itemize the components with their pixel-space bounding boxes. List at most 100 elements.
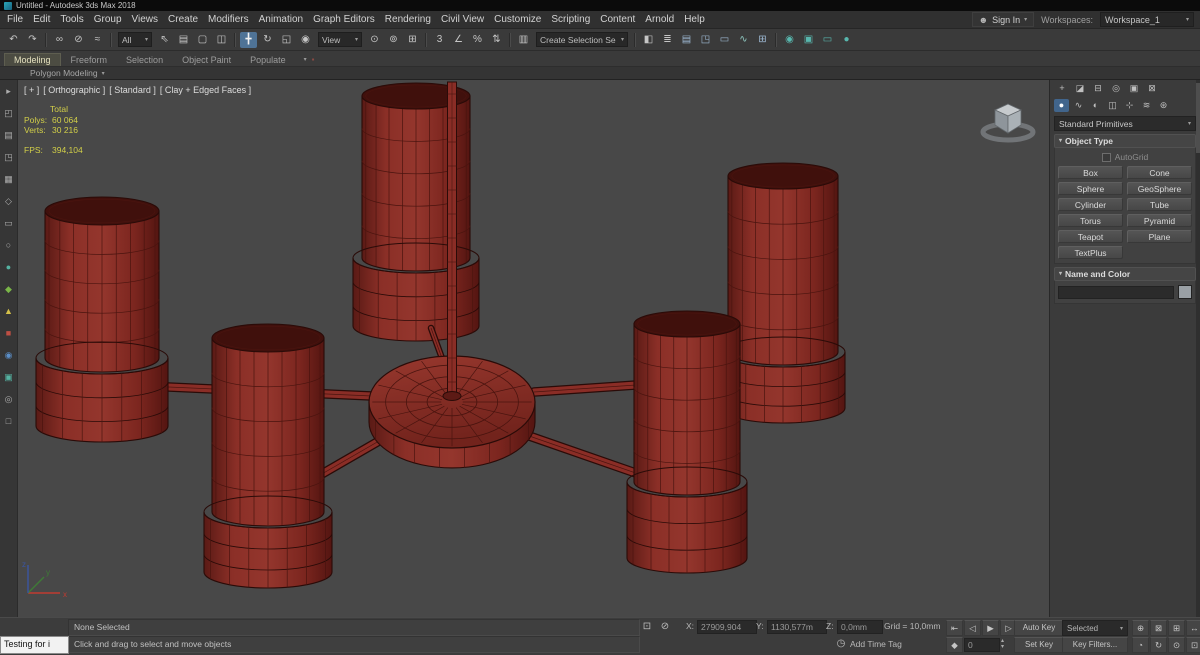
bind-to-space-warp-icon[interactable]: ≈	[89, 32, 106, 48]
dock-toolbar-icon[interactable]: ▲	[2, 305, 15, 318]
redo-icon[interactable]: ↷	[24, 32, 41, 48]
ribbon-option-icon[interactable]: ▪	[312, 55, 315, 64]
y-coordinate-field[interactable]: 1130,577m	[767, 620, 827, 634]
zoom-extents-icon[interactable]: ⊠	[1150, 620, 1167, 636]
curve-editor-icon[interactable]: ∿	[735, 32, 752, 48]
dock-toolbar-icon[interactable]: ◆	[2, 283, 15, 296]
select-and-scale-icon[interactable]: ◱	[278, 32, 295, 48]
dock-toolbar-icon[interactable]: ●	[2, 261, 15, 274]
go-to-start-icon[interactable]: ⇤	[946, 620, 963, 636]
ribbon-minimize-icon[interactable]: ▾	[304, 56, 307, 63]
ribbon-tab[interactable]: Freeform	[62, 54, 117, 66]
primitive-button[interactable]: Teapot	[1058, 230, 1123, 243]
panel-scrollbar[interactable]	[1196, 80, 1200, 617]
workspace-dropdown[interactable]: Workspace_1 ▾	[1100, 12, 1194, 27]
dock-toolbar-icon[interactable]: ▣	[2, 371, 15, 384]
snap-toggle-3d-icon[interactable]: 3	[431, 32, 448, 48]
dock-toolbar-icon[interactable]: ◉	[2, 349, 15, 362]
previous-frame-icon[interactable]: ◁	[964, 620, 981, 636]
menu-item[interactable]: Rendering	[380, 11, 436, 28]
primitive-button[interactable]: Tube	[1127, 198, 1192, 211]
viewport-standard-menu[interactable]: [ Standard ]	[109, 85, 156, 95]
menu-item[interactable]: Content	[595, 11, 640, 28]
pan-icon[interactable]: ↔	[1186, 620, 1200, 636]
select-and-place-icon[interactable]: ◉	[297, 32, 314, 48]
primitives-dropdown[interactable]: Standard Primitives ▾	[1054, 116, 1196, 131]
create-tab-icon[interactable]: +	[1054, 82, 1070, 95]
ribbon-tab[interactable]: Populate	[241, 54, 295, 66]
maximize-viewport-icon[interactable]: ⊡	[1186, 637, 1200, 653]
ribbon-tab[interactable]: Object Paint	[173, 54, 240, 66]
menu-item[interactable]: Group	[89, 11, 127, 28]
ribbon-tab[interactable]: Modeling	[4, 53, 61, 66]
menu-item[interactable]: Arnold	[640, 11, 679, 28]
viewport-pov-menu[interactable]: [ Orthographic ]	[43, 85, 105, 95]
scene-explorer-icon[interactable]: ◳	[697, 32, 714, 48]
menu-item[interactable]: Modifiers	[203, 11, 254, 28]
polygon-modeling-panel-label[interactable]: Polygon Modeling	[30, 68, 98, 78]
dock-toolbar-icon[interactable]: ◇	[2, 195, 15, 208]
schematic-view-icon[interactable]: ⊞	[754, 32, 771, 48]
display-tab-icon[interactable]: ▣	[1126, 82, 1142, 95]
rectangular-selection-region-icon[interactable]: ▢	[194, 32, 211, 48]
select-and-move-icon[interactable]: ╋	[240, 31, 257, 48]
autogrid-checkbox[interactable]	[1101, 152, 1111, 162]
unlink-selection-icon[interactable]: ⊘	[70, 32, 87, 48]
reference-coordinate-dropdown[interactable]: View ▾	[318, 32, 362, 47]
use-pivot-center-icon[interactable]: ⊙	[366, 32, 383, 48]
zoom-region-icon[interactable]: ⊞	[1168, 620, 1185, 636]
ribbon-tab[interactable]: Selection	[117, 54, 172, 66]
named-selection-set-dropdown[interactable]: Create Selection Se ▾	[536, 32, 628, 47]
isolate-selection-icon[interactable]: ⊡	[640, 620, 654, 634]
maxscript-mini-listener[interactable]: Testing for i	[0, 636, 69, 654]
z-coordinate-field[interactable]: 0,0mm	[837, 620, 883, 634]
percent-snap-icon[interactable]: %	[469, 32, 486, 48]
keyboard-override-icon[interactable]: ⊞	[404, 32, 421, 48]
x-coordinate-field[interactable]: 27909,904	[697, 620, 757, 634]
menu-item[interactable]: Animation	[254, 11, 308, 28]
primitive-button[interactable]: TextPlus	[1058, 246, 1123, 259]
mirror-icon[interactable]: ◧	[640, 32, 657, 48]
menu-item[interactable]: Edit	[28, 11, 55, 28]
selection-filter-dropdown[interactable]: All ▾	[118, 32, 152, 47]
layer-manager-icon[interactable]: ▤	[678, 32, 695, 48]
key-mode-toggle-icon[interactable]: ◆	[946, 637, 963, 653]
geometry-category-icon[interactable]: ●	[1054, 99, 1069, 112]
object-color-swatch[interactable]	[1178, 285, 1192, 299]
viewport-general-menu[interactable]: [ + ]	[24, 85, 39, 95]
systems-category-icon[interactable]: ⊛	[1156, 99, 1171, 112]
modify-tab-icon[interactable]: ◪	[1072, 82, 1088, 95]
zoom-icon[interactable]: ⊕	[1132, 620, 1149, 636]
select-and-rotate-icon[interactable]: ↻	[259, 32, 276, 48]
dock-toolbar-icon[interactable]: ○	[2, 239, 15, 252]
object-name-field[interactable]	[1058, 285, 1174, 299]
dock-toolbar-icon[interactable]: ◰	[2, 107, 15, 120]
menu-item[interactable]: Scripting	[546, 11, 595, 28]
window-crossing-icon[interactable]: ◫	[213, 32, 230, 48]
selection-lock-icon[interactable]: ⊘	[658, 620, 672, 634]
render-setup-icon[interactable]: ▣	[800, 32, 817, 48]
primitive-button[interactable]: Cone	[1127, 166, 1192, 179]
dock-toolbar-icon[interactable]: ▭	[2, 217, 15, 230]
dock-toolbar-icon[interactable]: ◎	[2, 393, 15, 406]
play-icon[interactable]: ▶	[982, 620, 999, 636]
space-warps-category-icon[interactable]: ≋	[1139, 99, 1154, 112]
dock-toolbar-icon[interactable]: □	[2, 415, 15, 428]
ribbon-toggle-icon[interactable]: ▭	[716, 32, 733, 48]
view-cube[interactable]	[976, 96, 1040, 154]
primitive-button[interactable]: Pyramid	[1127, 214, 1192, 227]
menu-item[interactable]: Views	[127, 11, 164, 28]
edit-named-selection-sets-icon[interactable]: ▥	[515, 32, 532, 48]
orbit-icon[interactable]: ↻	[1150, 637, 1167, 653]
primitive-button[interactable]: Plane	[1127, 230, 1192, 243]
menu-item[interactable]: Graph Editors	[308, 11, 380, 28]
spinner-snap-icon[interactable]: ⇅	[488, 32, 505, 48]
set-key-button[interactable]: Set Key	[1014, 637, 1064, 653]
utilities-tab-icon[interactable]: ⊠	[1144, 82, 1160, 95]
cameras-category-icon[interactable]: ◫	[1105, 99, 1120, 112]
walk-through-icon[interactable]: ⊙	[1168, 637, 1185, 653]
dock-toolbar-icon[interactable]: ◳	[2, 151, 15, 164]
viewport[interactable]: ▸ ◰ ▤ ◳ ▦ ◇ ▭ ○ ● ◆ ▲ ■ ◉ ▣ ◎ □ [ + ][ Orthographic ][ …	[0, 80, 1049, 617]
frame-spinner[interactable]: ▴ ▾	[998, 638, 1007, 650]
name-color-rollout-header[interactable]: ▾ Name and Color	[1054, 267, 1196, 281]
